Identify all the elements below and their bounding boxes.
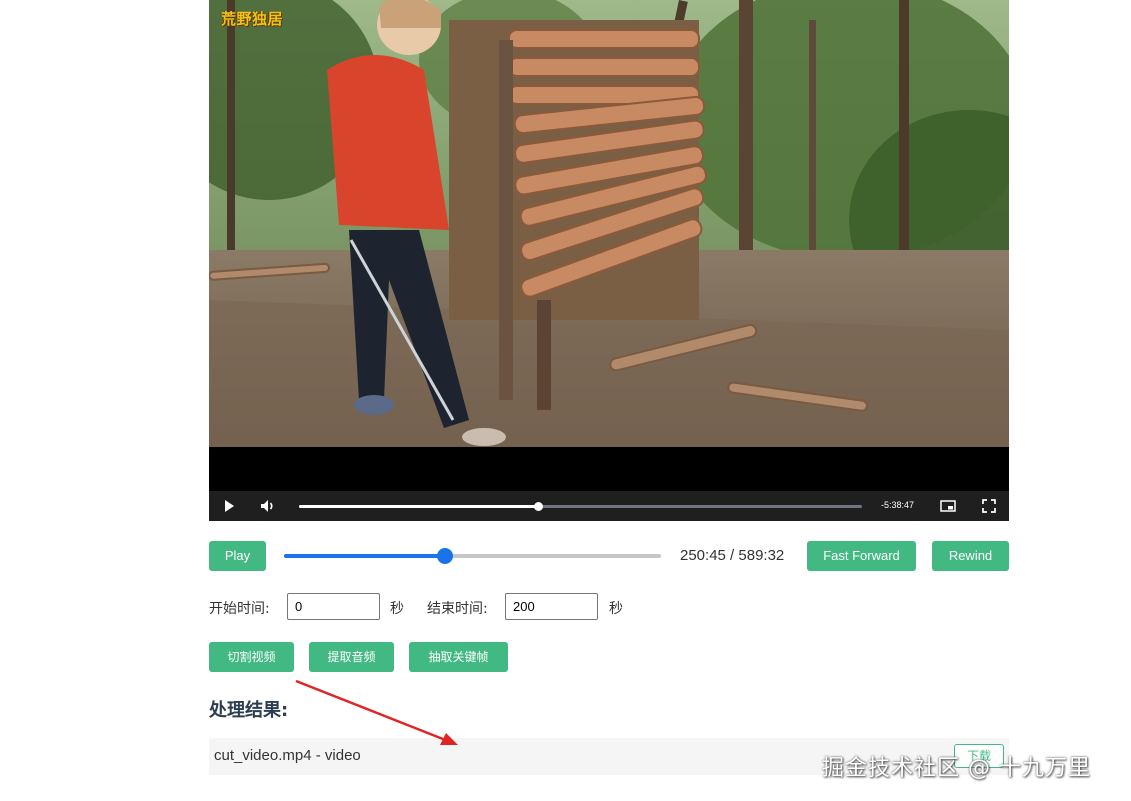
video-frame[interactable]: 荒野独居: [209, 0, 1009, 447]
start-time-label: 开始时间:: [209, 601, 270, 617]
channel-logo: 荒野独居: [221, 10, 284, 28]
cut-video-button[interactable]: 切割视频: [209, 642, 294, 672]
video-player[interactable]: 荒野独居 -5:38:47: [209, 0, 1009, 521]
video-frame-image: [209, 0, 1009, 447]
play-button[interactable]: Play: [209, 541, 266, 571]
results-title: 处理结果:: [209, 700, 289, 721]
end-time-label: 结束时间:: [427, 601, 488, 617]
time-readout: 250:45 / 589:32: [680, 547, 785, 564]
watermark: 掘金技术社区 @ 十九万里: [822, 756, 1091, 781]
remaining-time: -5:38:47: [881, 500, 915, 510]
start-time-input[interactable]: 0: [287, 593, 380, 620]
video-progress-bar[interactable]: [299, 502, 862, 511]
seek-slider-handle[interactable]: [437, 548, 454, 564]
result-item-text: cut_video.mp4 - video: [214, 747, 361, 764]
extract-keyframes-button[interactable]: 抽取关键帧: [409, 642, 508, 672]
volume-icon[interactable]: [260, 498, 276, 514]
end-time-unit: 秒: [609, 601, 623, 617]
start-time-unit: 秒: [390, 601, 404, 617]
extract-audio-button[interactable]: 提取音频: [309, 642, 394, 672]
video-progress-handle[interactable]: [534, 502, 544, 511]
fullscreen-icon[interactable]: [981, 498, 997, 514]
fast-forward-button[interactable]: Fast Forward: [807, 541, 916, 571]
picture-in-picture-icon[interactable]: [940, 498, 956, 514]
seek-slider[interactable]: [284, 548, 661, 564]
rewind-button[interactable]: Rewind: [932, 541, 1009, 571]
seek-slider-fill: [284, 554, 446, 558]
end-time-input[interactable]: 200: [505, 593, 598, 620]
play-icon[interactable]: [221, 498, 237, 514]
video-progress-fill: [299, 505, 539, 508]
video-controls: -5:38:47: [209, 491, 1009, 521]
